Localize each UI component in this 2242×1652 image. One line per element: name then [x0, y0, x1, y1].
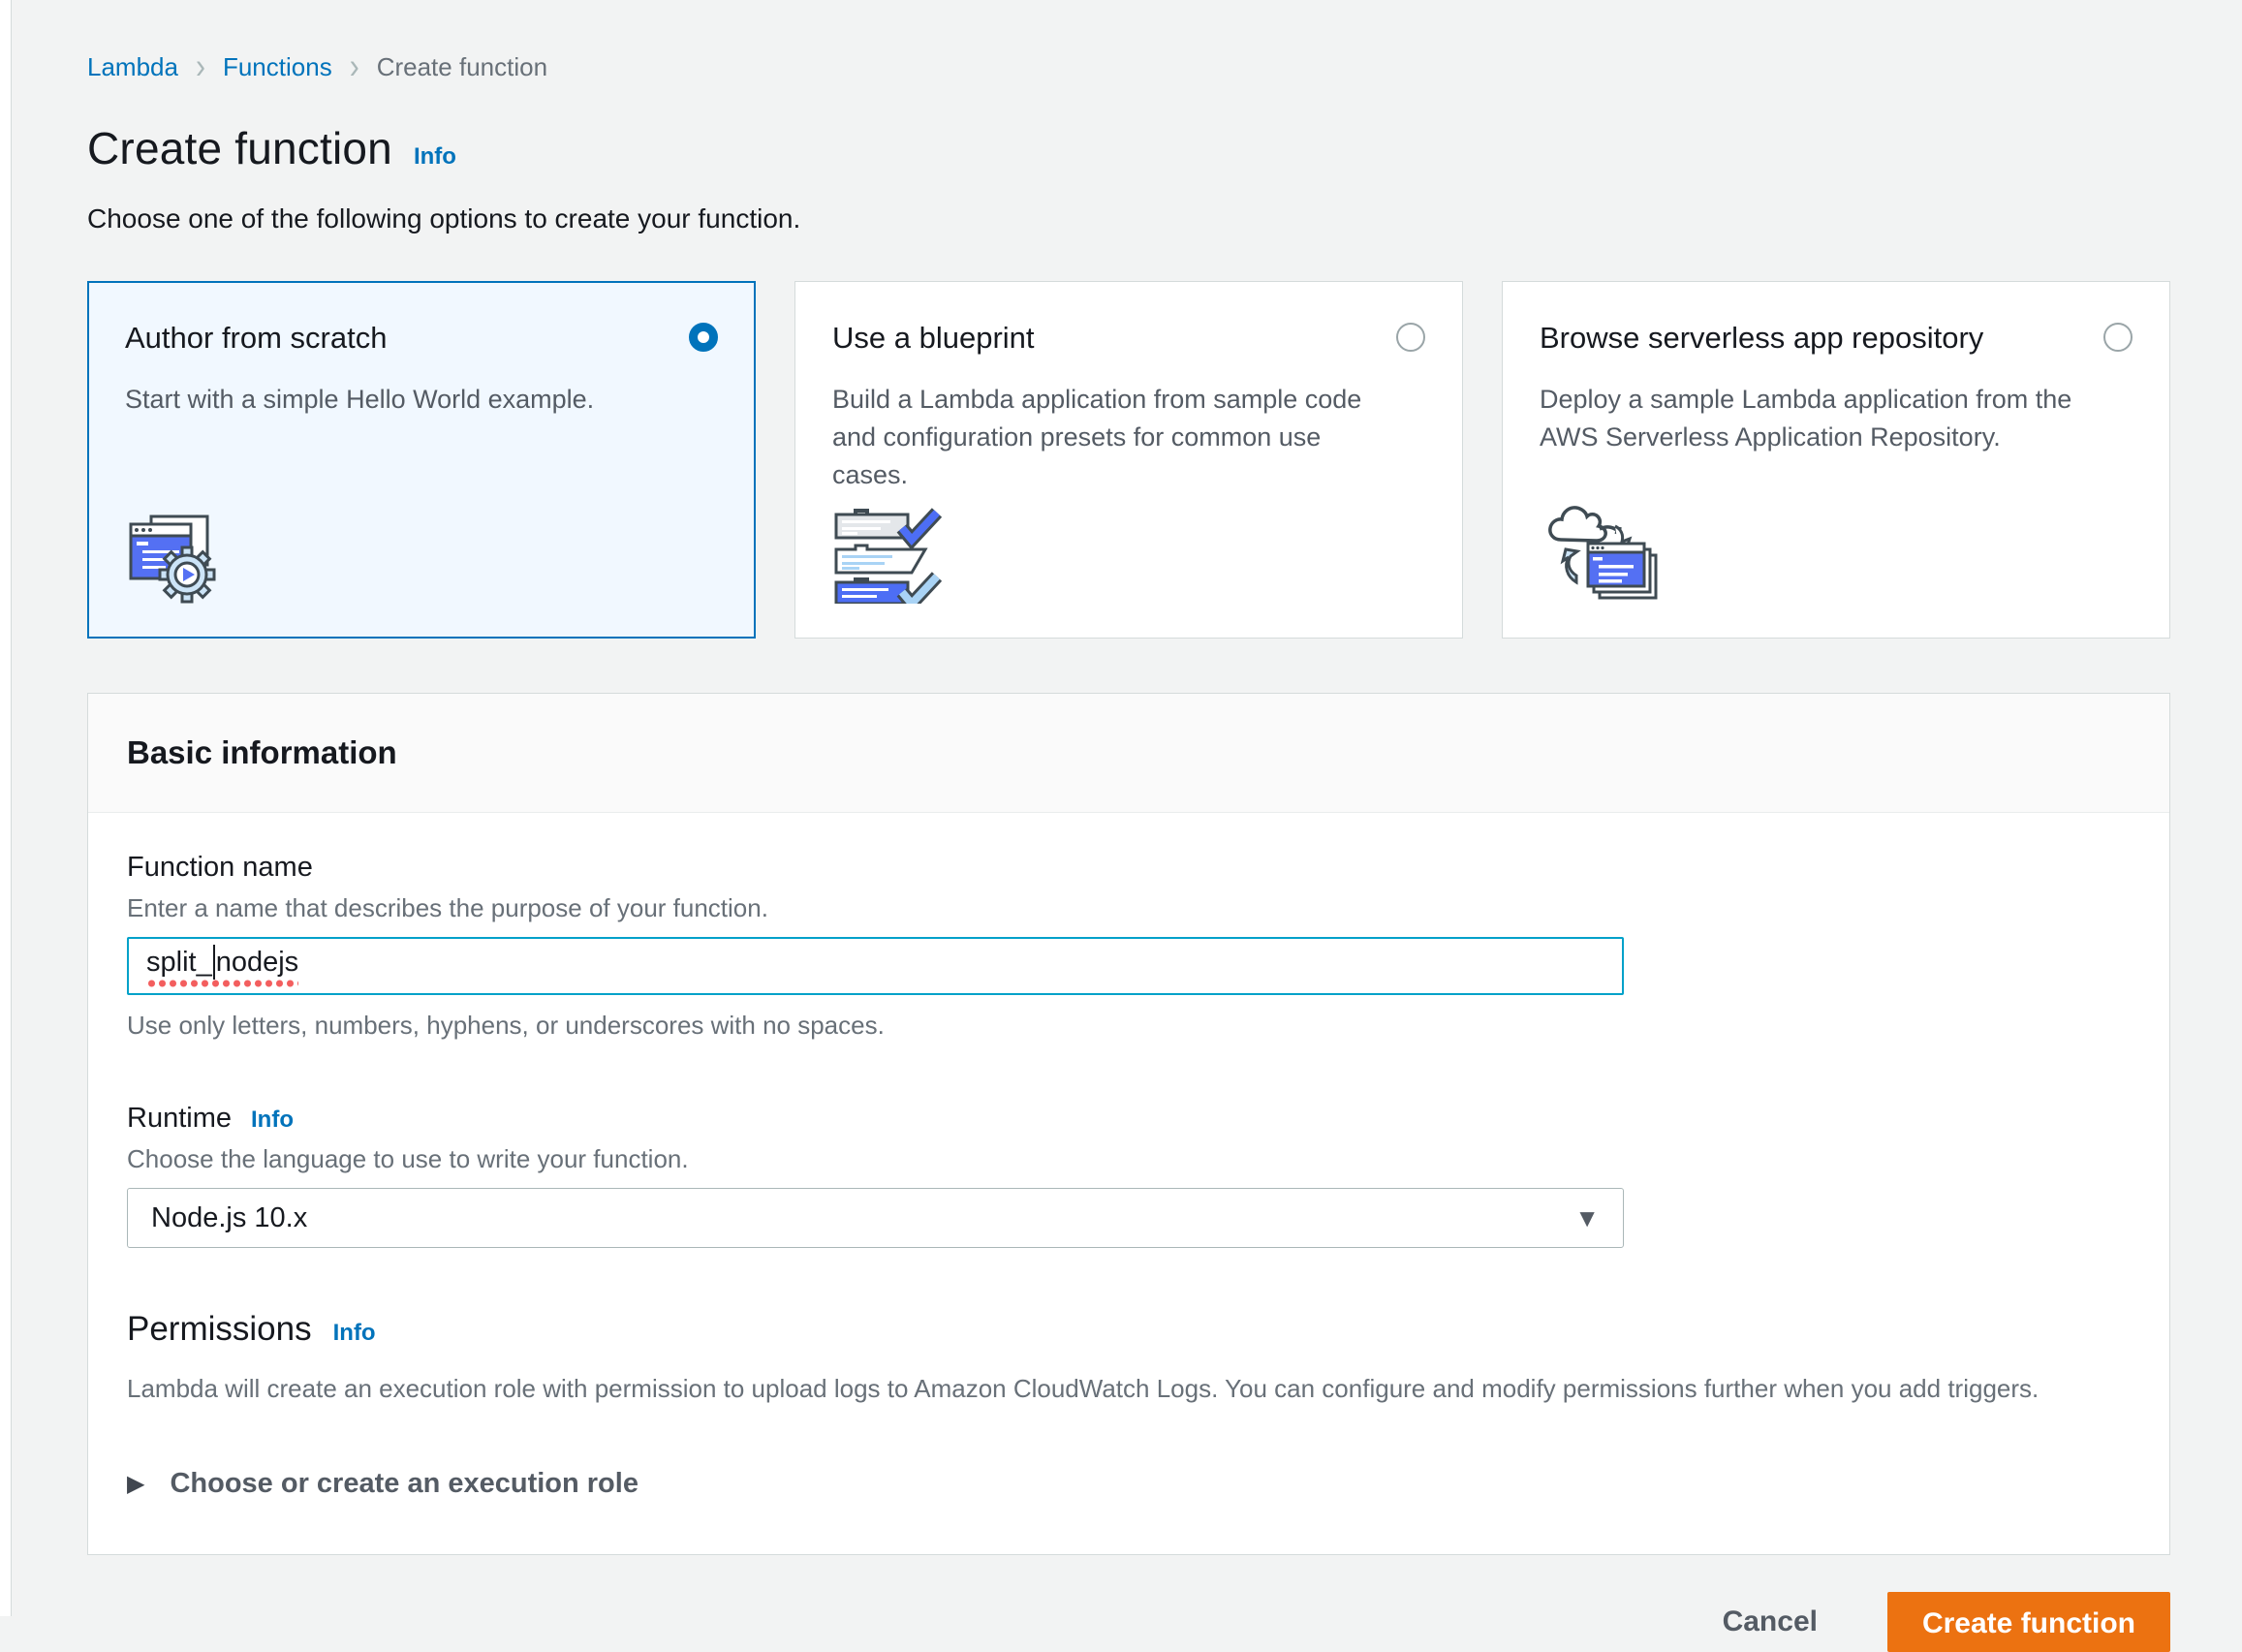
create-function-button[interactable]: Create function: [1887, 1592, 2170, 1652]
function-name-value: split_nodejs: [146, 945, 298, 987]
page-title: Create function: [87, 122, 392, 174]
card-description: Deploy a sample Lambda application from …: [1540, 381, 2133, 456]
runtime-select[interactable]: Node.js 10.x ▼: [127, 1188, 1624, 1248]
panel-title: Basic information: [127, 734, 397, 770]
radio-author-from-scratch[interactable]: [689, 323, 718, 352]
card-browse-serverless-app-repository[interactable]: Browse serverless app repository Deploy …: [1502, 281, 2170, 639]
breadcrumb-current: Create function: [377, 52, 547, 82]
expand-arrow-icon: ▶: [127, 1470, 144, 1498]
breadcrumb: Lambda › Functions › Create function: [87, 50, 2170, 83]
text-caret: [213, 945, 215, 980]
radio-use-a-blueprint[interactable]: [1396, 323, 1425, 352]
title-info-link[interactable]: Info: [414, 143, 456, 171]
execution-role-expander[interactable]: ▶ Choose or create an execution role: [127, 1468, 2131, 1500]
card-description: Build a Lambda application from sample c…: [832, 381, 1425, 494]
card-title: Author from scratch: [125, 321, 387, 356]
function-name-label: Function name: [127, 852, 2131, 884]
card-title: Use a blueprint: [832, 321, 1035, 356]
cancel-button[interactable]: Cancel: [1717, 1605, 1823, 1639]
card-author-from-scratch[interactable]: Author from scratch Start with a simple …: [87, 281, 756, 639]
breadcrumb-lambda-link[interactable]: Lambda: [87, 52, 178, 82]
function-name-description: Enter a name that describes the purpose …: [127, 893, 2131, 923]
creation-option-cards: Author from scratch Start with a simple …: [87, 281, 2170, 639]
card-description: Start with a simple Hello World example.: [125, 381, 718, 419]
blueprint-icon: [832, 507, 1425, 608]
breadcrumb-functions-link[interactable]: Functions: [223, 52, 332, 82]
basic-information-panel: Basic information Function name Enter a …: [87, 693, 2170, 1555]
permissions-info-link[interactable]: Info: [333, 1320, 376, 1347]
permissions-label: Permissions: [127, 1310, 312, 1349]
runtime-label: Runtime: [127, 1103, 232, 1135]
breadcrumb-chevron-icon: ›: [196, 47, 205, 88]
card-title: Browse serverless app repository: [1540, 321, 1983, 356]
page-subtitle: Choose one of the following options to c…: [87, 203, 2170, 234]
create-function-page: Lambda › Functions › Create function Cre…: [87, 0, 2170, 1652]
serverless-app-repository-icon: [1540, 497, 2133, 608]
chevron-down-icon: ▼: [1574, 1203, 1600, 1233]
runtime-selected-option: Node.js 10.x: [151, 1202, 307, 1234]
footer-actions: Cancel Create function: [87, 1592, 2170, 1652]
radio-browse-serverless-app-repository[interactable]: [2103, 323, 2133, 352]
panel-header: Basic information: [88, 694, 2169, 813]
execution-role-expander-label: Choose or create an execution role: [170, 1468, 638, 1500]
breadcrumb-chevron-icon: ›: [350, 47, 359, 88]
card-use-a-blueprint[interactable]: Use a blueprint Build a Lambda applicati…: [794, 281, 1463, 639]
author-from-scratch-icon: [125, 507, 718, 608]
collapsed-sidebar-strip: [0, 0, 12, 1616]
function-name-constraint: Use only letters, numbers, hyphens, or u…: [127, 1011, 2131, 1041]
runtime-info-link[interactable]: Info: [251, 1107, 294, 1134]
function-name-input[interactable]: split_nodejs: [127, 937, 1624, 995]
permissions-description: Lambda will create an execution role wit…: [127, 1374, 2131, 1404]
runtime-description: Choose the language to use to write your…: [127, 1144, 2131, 1174]
